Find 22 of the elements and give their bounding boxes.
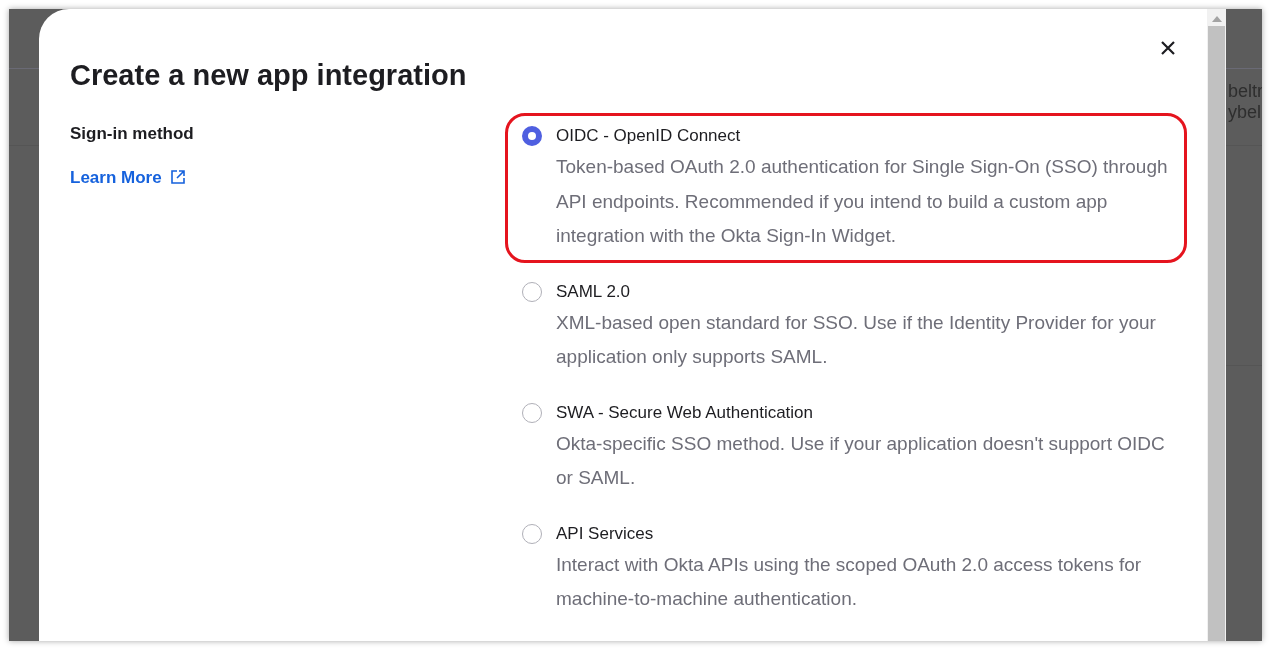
- option-label: OIDC - OpenID Connect: [556, 125, 742, 147]
- option-label: API Services: [556, 522, 655, 545]
- radio-button[interactable]: [522, 281, 542, 302]
- option-description: Interact with Okta APIs using the scoped OAuth 2.0 access tokens for machine-to-machine authentication.: [556, 552, 1143, 611]
- option-description: XML-based open standard for SSO. Use if the Identity Provider for your application only supports SAML.: [556, 310, 1157, 369]
- radio-option[interactable]: OIDC - OpenID Connect Token-based OAuth 2.0 authentication for Single Sign-On (SSO) through API endpoints. Recommended if you intend to build a custom app integration with the Okta Sign-In Widget.: [505, 113, 1187, 263]
- close-icon: [1160, 40, 1176, 56]
- option-label: SWA - Secure Web Authentication: [556, 401, 815, 424]
- radio-option[interactable]: API Services Interact with Okta APIs using the scoped OAuth 2.0 access tokens for machine-to-machine authentication.: [505, 510, 1187, 626]
- scroll-up-icon[interactable]: [1211, 16, 1222, 22]
- radio-option[interactable]: SWA - Secure Web Authentication Okta-specific SSO method. Use if your application doesn't support OIDC or SAML.: [505, 389, 1187, 505]
- learn-more-link[interactable]: Learn More: [70, 164, 186, 190]
- radio-button[interactable]: [522, 523, 542, 544]
- external-link-icon: [169, 169, 186, 186]
- radio-button[interactable]: [522, 402, 542, 423]
- radio-option[interactable]: SAML 2.0 XML-based open standard for SSO. Use if the Identity Provider for your application only supports SAML.: [505, 268, 1187, 384]
- option-description: Token-based OAuth 2.0 authentication for Single Sign-On (SSO) through API endpoints. Recommended if you intend to build a custom app integration with the Okta Sign-In Widget.: [556, 155, 1169, 248]
- radio-button[interactable]: [522, 126, 542, 146]
- option-label: SAML 2.0: [556, 280, 632, 303]
- option-description: Okta-specific SSO method. Use if your application doesn't support OIDC or SAML.: [556, 431, 1166, 490]
- dialog-title: Create a new app integration: [70, 58, 468, 93]
- field-label: Sign-in method: [70, 123, 195, 145]
